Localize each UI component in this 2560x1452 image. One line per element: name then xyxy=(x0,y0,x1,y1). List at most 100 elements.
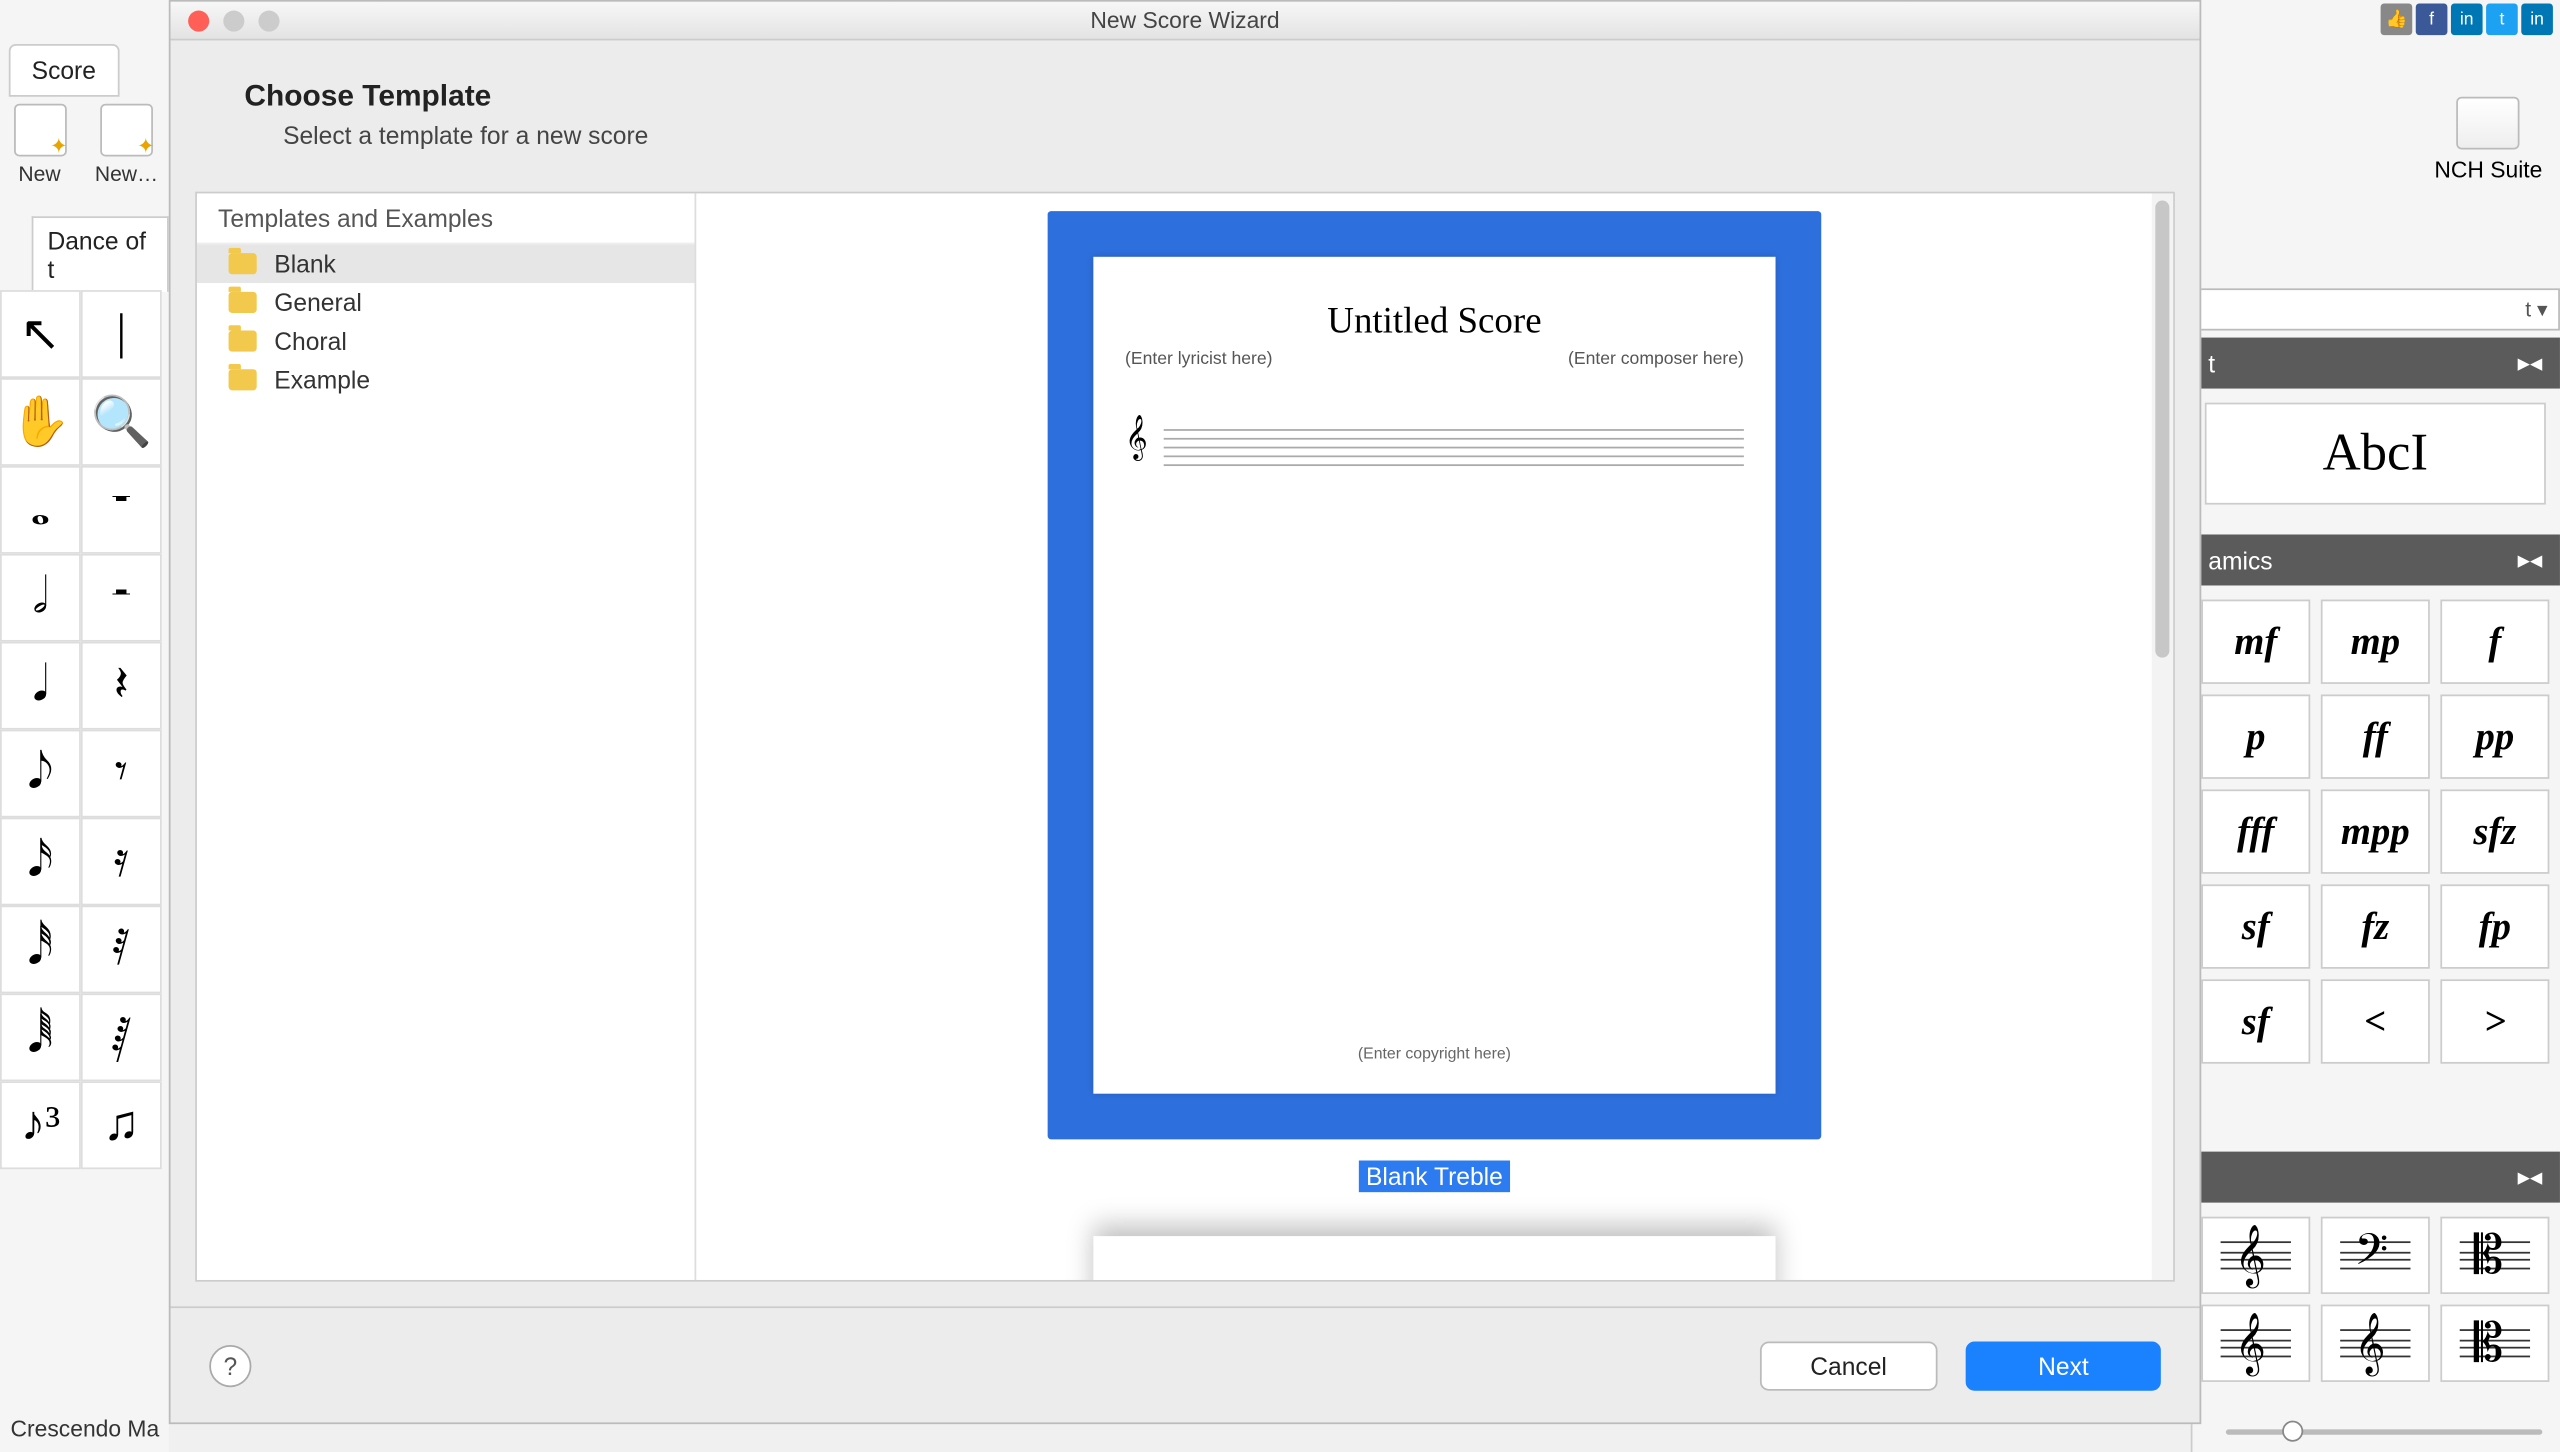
dynamic-mf[interactable]: mf xyxy=(2201,600,2310,684)
new-doc2-icon: ✦ xyxy=(100,104,153,157)
note-cell[interactable]: | xyxy=(81,290,162,378)
clef6-cell[interactable]: 𝄡 xyxy=(2440,1305,2549,1382)
wizard-header: Choose Template Select a template for a … xyxy=(171,40,2200,170)
thumbnail-frame: Untitled Score (Enter lyricist here) (En… xyxy=(1048,211,1822,1139)
dynamic-<[interactable]: < xyxy=(2321,979,2430,1063)
preview-title: Untitled Score xyxy=(1094,257,1776,343)
linkedin-icon[interactable]: in xyxy=(2451,4,2483,36)
template-item-example[interactable]: Example xyxy=(197,360,695,399)
text-panel-header[interactable]: t ▸◂ xyxy=(2191,338,2560,389)
folder-icon xyxy=(229,331,257,352)
background-app: Score ✦ New ✦ New… Dance of t ↖|✋🔍𝅝𝄻𝅗𝅥𝄼𝅘… xyxy=(0,0,2560,1452)
collapse3-icon[interactable]: ▸◂ xyxy=(2518,1162,2543,1192)
bg-toolbar: ✦ New ✦ New… xyxy=(0,97,169,224)
alto-clef-cell[interactable]: 𝄡 xyxy=(2440,1217,2549,1294)
nch-suite-button[interactable]: NCH Suite xyxy=(2434,97,2542,183)
dynamic-sf[interactable]: sf xyxy=(2201,884,2310,968)
note-cell[interactable]: 𝅀 xyxy=(81,905,162,993)
bass-clef-cell[interactable]: 𝄢 xyxy=(2321,1217,2430,1294)
combo-box[interactable]: t ▾ xyxy=(2191,288,2560,330)
tree-header: Templates and Examples xyxy=(197,193,695,244)
dynamics-header-label: amics xyxy=(2208,546,2272,574)
window-title: New Score Wizard xyxy=(171,7,2200,33)
clef-panel: ▸◂ 𝄞 𝄢 𝄡 𝄞 𝄞 𝄡 xyxy=(2191,1152,2560,1396)
zoom-slider[interactable] xyxy=(2226,1421,2542,1442)
template-tree: Templates and Examples BlankGeneralChora… xyxy=(197,193,696,1280)
dynamics-header[interactable]: amics ▸◂ xyxy=(2191,534,2560,585)
note-cell[interactable]: 𝅝 xyxy=(0,466,81,554)
text-header-label: t xyxy=(2208,349,2215,377)
dynamic-mp[interactable]: mp xyxy=(2321,600,2430,684)
collapse2-icon[interactable]: ▸◂ xyxy=(2518,545,2543,575)
preview-staff: 𝄞 xyxy=(1125,429,1744,471)
cancel-button[interactable]: Cancel xyxy=(1759,1341,1938,1390)
page-preview: Untitled Score (Enter lyricist here) (En… xyxy=(1094,257,1776,1094)
note-cell[interactable]: 𝅗𝅥 xyxy=(0,554,81,642)
dynamic-ff[interactable]: ff xyxy=(2321,694,2430,778)
text-sample[interactable]: AbcI xyxy=(2205,403,2546,505)
note-cell[interactable]: 𝅘𝅥 xyxy=(0,642,81,730)
status-bar: Crescendo Ma xyxy=(11,1415,160,1441)
dynamic-sfz[interactable]: sfz xyxy=(2440,789,2549,873)
wizard-dialog: New Score Wizard Choose Template Select … xyxy=(169,0,2201,1424)
linkedin2-icon[interactable]: in xyxy=(2521,4,2553,36)
note-cell[interactable]: 𝅁 xyxy=(81,993,162,1081)
note-cell[interactable]: 𝅘𝅥𝅱 xyxy=(0,993,81,1081)
dynamic-pp[interactable]: pp xyxy=(2440,694,2549,778)
dynamic-f[interactable]: f xyxy=(2440,600,2549,684)
folder-icon xyxy=(229,369,257,390)
thumb-icon[interactable]: 👍 xyxy=(2381,4,2413,36)
template-item-blank[interactable]: Blank xyxy=(197,244,695,283)
new-button[interactable]: ✦ New xyxy=(0,97,79,187)
treble-clef-cell[interactable]: 𝄞 xyxy=(2201,1217,2310,1294)
help-button[interactable]: ? xyxy=(209,1344,251,1386)
note-cell[interactable]: ♪³ xyxy=(0,1081,81,1169)
note-cell[interactable]: 𝅘𝅥𝅰 xyxy=(0,905,81,993)
nch-icon xyxy=(2457,97,2520,150)
dynamic-fff[interactable]: fff xyxy=(2201,789,2310,873)
new2-button[interactable]: ✦ New… xyxy=(87,97,166,187)
app-tab[interactable]: Score xyxy=(9,44,119,97)
note-cell[interactable]: ♫ xyxy=(81,1081,162,1169)
note-cell[interactable]: 𝄾 xyxy=(81,730,162,818)
left-column: Score ✦ New ✦ New… Dance of t ↖|✋🔍𝅝𝄻𝅗𝅥𝄼𝅘… xyxy=(0,0,169,1452)
clef-header[interactable]: ▸◂ xyxy=(2191,1152,2560,1203)
dynamic-sf[interactable]: sf xyxy=(2201,979,2310,1063)
wizard-footer: ? Cancel Next xyxy=(171,1306,2200,1422)
twitter-icon[interactable]: t xyxy=(2486,4,2518,36)
preview-lyricist: (Enter lyricist here) xyxy=(1125,350,1273,369)
template-item-choral[interactable]: Choral xyxy=(197,322,695,361)
note-cell[interactable]: 𝄿 xyxy=(81,818,162,906)
next-button[interactable]: Next xyxy=(1966,1341,2161,1390)
template-item-general[interactable]: General xyxy=(197,283,695,322)
wizard-subheading: Select a template for a new score xyxy=(244,121,2199,149)
new-doc-icon: ✦ xyxy=(13,104,66,157)
note-cell[interactable]: 𝅘𝅥𝅮 xyxy=(0,730,81,818)
template-thumbnail[interactable]: Untitled Score (Enter lyricist here) (En… xyxy=(1048,211,1822,1194)
dynamic-p[interactable]: p xyxy=(2201,694,2310,778)
note-cell[interactable]: ↖ xyxy=(0,290,81,378)
dynamic-fz[interactable]: fz xyxy=(2321,884,2430,968)
preview-scrollbar[interactable] xyxy=(2152,193,2173,1280)
new-label: New xyxy=(18,162,60,187)
note-cell[interactable]: 𝄽 xyxy=(81,642,162,730)
wizard-heading: Choose Template xyxy=(244,79,2199,114)
clef5-cell[interactable]: 𝄞 xyxy=(2321,1305,2430,1382)
note-cell[interactable]: 🔍 xyxy=(81,378,162,466)
note-cell[interactable]: 𝄻 xyxy=(81,466,162,554)
note-cell[interactable]: 𝅘𝅥𝅯 xyxy=(0,818,81,906)
second-thumbnail[interactable] xyxy=(1094,1236,1776,1280)
clef4-cell[interactable]: 𝄞 xyxy=(2201,1305,2310,1382)
dynamic->[interactable]: > xyxy=(2440,979,2549,1063)
dynamics-panel: amics▸◂ mfmpfpffppfffmppsfzsffzfpsf<> xyxy=(2191,534,2560,1077)
note-cell[interactable]: 𝄼 xyxy=(81,554,162,642)
doc-tab[interactable]: Dance of t xyxy=(32,216,169,292)
facebook-icon[interactable]: f xyxy=(2416,4,2448,36)
dynamic-mpp[interactable]: mpp xyxy=(2321,789,2430,873)
collapse-icon[interactable]: ▸◂ xyxy=(2518,348,2543,378)
note-palette: ↖|✋🔍𝅝𝄻𝅗𝅥𝄼𝅘𝅥𝄽𝅘𝅥𝅮𝄾𝅘𝅥𝅯𝄿𝅘𝅥𝅰𝅀𝅘𝅥𝅱𝅁♪³♫ xyxy=(0,290,169,1169)
nch-label: NCH Suite xyxy=(2434,156,2542,182)
dynamic-fp[interactable]: fp xyxy=(2440,884,2549,968)
thumbnail-label: Blank Treble xyxy=(1359,1160,1510,1192)
note-cell[interactable]: ✋ xyxy=(0,378,81,466)
